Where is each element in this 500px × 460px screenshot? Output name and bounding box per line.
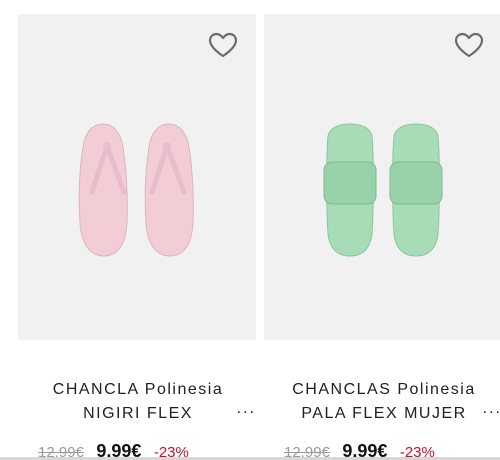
product-title[interactable]: CHANCLAS Polinesia PALA FLEX MUJER (272, 378, 496, 428)
product-card[interactable]: CHANCLA Polinesia NIGIRI FLEX ... 12,99€… (18, 14, 256, 460)
product-image[interactable] (72, 122, 202, 262)
product-card[interactable]: CHANCLAS Polinesia PALA FLEX MUJER ... 1… (264, 14, 500, 460)
product-title-line1: CHANCLAS Polinesia (292, 381, 476, 398)
product-image[interactable] (318, 122, 448, 262)
heart-outline-icon[interactable] (208, 32, 238, 58)
product-title-line2: NIGIRI FLEX (83, 405, 193, 422)
product-grid: CHANCLA Polinesia NIGIRI FLEX ... 12,99€… (0, 0, 500, 460)
heart-outline-icon[interactable] (454, 32, 484, 58)
product-title-line2: PALA FLEX MUJER (301, 405, 467, 422)
product-title-line1: CHANCLA Polinesia (52, 381, 224, 398)
more-ellipsis: ... (482, 400, 500, 417)
more-ellipsis: ... (236, 400, 256, 417)
product-image-container[interactable] (18, 14, 256, 340)
product-title[interactable]: CHANCLA Polinesia NIGIRI FLEX (26, 378, 250, 428)
product-image-container[interactable] (264, 14, 500, 340)
